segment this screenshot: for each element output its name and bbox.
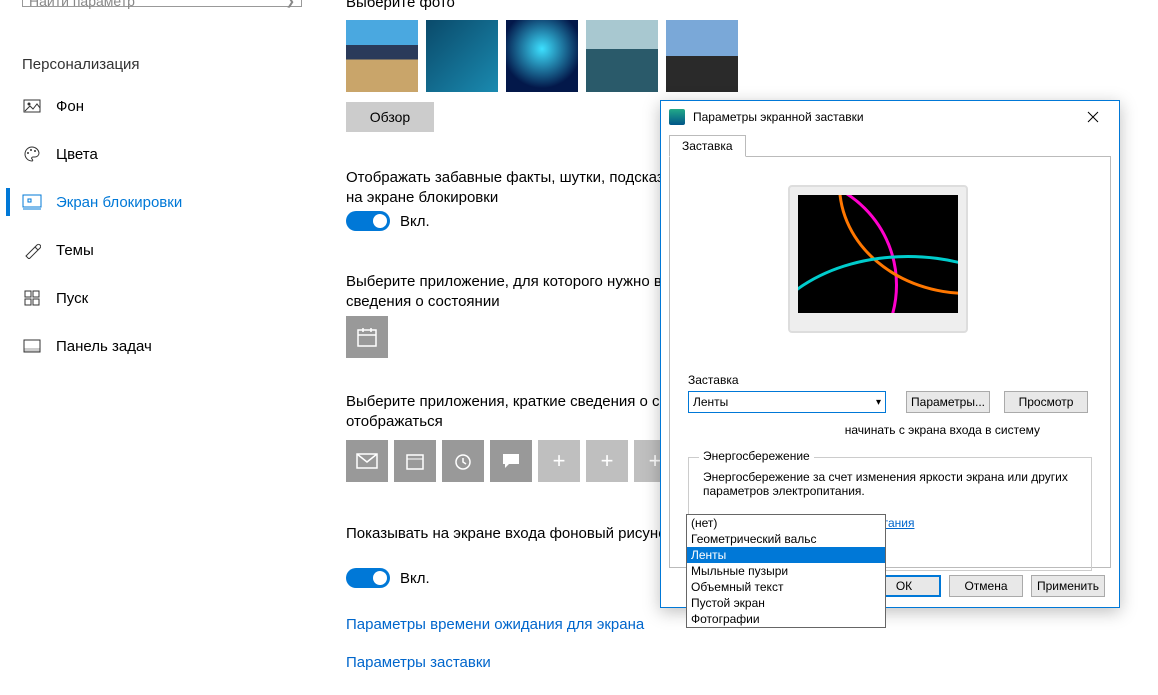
nav: Фон Цвета Экран блокировки Темы Пуск Пан… [0, 82, 310, 370]
screensaver-settings-link[interactable]: Параметры заставки [346, 654, 491, 671]
search-chevron-icon: ❯ [286, 0, 295, 8]
photo-thumbnails [346, 20, 738, 92]
quick-tile-add-2[interactable]: + [586, 440, 628, 482]
photo-thumb-2[interactable] [426, 20, 498, 92]
screensaver-field-label: Заставка [688, 373, 739, 387]
browse-button[interactable]: Обзор [346, 102, 434, 132]
apply-button[interactable]: Применить [1031, 575, 1105, 597]
themes-icon [22, 240, 42, 260]
on-resume-label: начинать с экрана входа в систему [688, 423, 1040, 437]
quick-tile-calendar[interactable] [394, 440, 436, 482]
signin-bg-toggle[interactable]: Вкл. [346, 568, 430, 588]
quick-tile-mail[interactable] [346, 440, 388, 482]
start-icon [22, 288, 42, 308]
photo-thumb-1[interactable] [346, 20, 418, 92]
screensaver-params-button[interactable]: Параметры... [906, 391, 990, 413]
nav-item-themes[interactable]: Темы [0, 226, 310, 274]
choose-photo-label: Выберите фото [346, 0, 455, 11]
nav-item-background[interactable]: Фон [0, 82, 310, 130]
calendar-icon [405, 451, 425, 471]
close-icon [1087, 111, 1099, 123]
dialog-buttons: ОК Отмена Применить [867, 575, 1105, 597]
power-management-legend: Энергосбережение [699, 449, 814, 463]
calendar-icon [356, 326, 378, 348]
photo-thumb-4[interactable] [586, 20, 658, 92]
picture-icon [22, 96, 42, 116]
dialog-icon [669, 109, 685, 125]
quick-tile-messages[interactable] [490, 440, 532, 482]
plus-icon: + [601, 448, 614, 474]
dropdown-option-ribbons[interactable]: Ленты [687, 547, 885, 563]
quick-tile-alarm[interactable] [442, 440, 484, 482]
mail-icon [356, 453, 378, 469]
tab-screensaver[interactable]: Заставка [669, 135, 746, 157]
nav-item-colors[interactable]: Цвета [0, 130, 310, 178]
chat-icon [501, 452, 521, 470]
screen-timeout-link[interactable]: Параметры времени ожидания для экрана [346, 616, 644, 633]
dialog-titlebar: Параметры экранной заставки [661, 101, 1119, 133]
detail-app-tile[interactable] [346, 316, 388, 358]
dropdown-option-blank[interactable]: Пустой экран [687, 595, 885, 611]
dropdown-option-bubbles[interactable]: Мыльные пузыри [687, 563, 885, 579]
photo-thumb-3[interactable] [506, 20, 578, 92]
dropdown-option-none[interactable]: (нет) [687, 515, 885, 531]
search-input[interactable]: Найти параметр ❯ [22, 0, 302, 7]
clock-icon [453, 451, 473, 471]
plus-icon: + [553, 448, 566, 474]
quick-tile-add-1[interactable]: + [538, 440, 580, 482]
lockscreen-icon [22, 192, 42, 212]
screensaver-dropdown-list: (нет) Геометрический вальс Ленты Мыльные… [686, 514, 886, 628]
tab-strip: Заставка [661, 133, 1119, 157]
photo-thumb-5[interactable] [666, 20, 738, 92]
nav-item-lockscreen[interactable]: Экран блокировки [0, 178, 310, 226]
close-button[interactable] [1075, 103, 1111, 131]
screensaver-preview-button[interactable]: Просмотр [1004, 391, 1088, 413]
section-title: Персонализация [22, 56, 140, 73]
active-indicator [6, 188, 10, 216]
tab-body: Заставка Ленты ▾ Параметры... Просмотр н… [669, 156, 1111, 568]
dropdown-option-geom[interactable]: Геометрический вальс [687, 531, 885, 547]
screensaver-combobox[interactable]: Ленты ▾ [688, 391, 886, 413]
screensaver-preview [788, 185, 968, 333]
taskbar-icon [22, 336, 42, 356]
fun-facts-toggle[interactable]: Вкл. [346, 211, 430, 231]
nav-item-taskbar[interactable]: Панель задач [0, 322, 310, 370]
dropdown-option-3dtext[interactable]: Объемный текст [687, 579, 885, 595]
chevron-down-icon: ▾ [876, 397, 881, 408]
nav-item-start[interactable]: Пуск [0, 274, 310, 322]
dropdown-option-photos[interactable]: Фотографии [687, 611, 885, 627]
palette-icon [22, 144, 42, 164]
quick-apps-row: + + + [346, 440, 676, 482]
power-management-text: Энергосбережение за счет изменения яркос… [703, 470, 1077, 498]
cancel-button[interactable]: Отмена [949, 575, 1023, 597]
dialog-title: Параметры экранной заставки [693, 110, 864, 124]
